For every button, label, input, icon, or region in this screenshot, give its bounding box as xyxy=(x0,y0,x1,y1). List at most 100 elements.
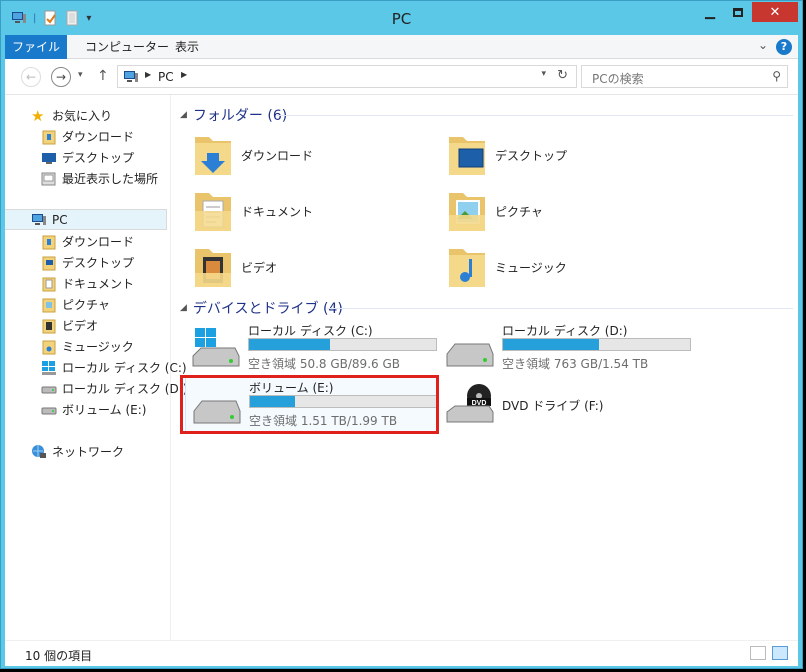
drive-usage-bar xyxy=(248,338,437,351)
address-bar[interactable]: ▶ PC ▶ ▾ ↻ xyxy=(117,65,577,88)
title-bar: | ▾ PC ▁ ✕ xyxy=(1,1,802,35)
sidebar-item-label: ドキュメント xyxy=(62,277,135,291)
sidebar-item-pc-desktop[interactable]: デスクトップ xyxy=(41,252,134,273)
download-folder-icon xyxy=(42,235,56,249)
window-title: PC xyxy=(391,10,412,28)
drive-name: ローカル ディスク (D:) xyxy=(502,324,628,338)
breadcrumb-arrow-icon[interactable]: ▶ xyxy=(145,70,151,79)
search-box[interactable]: PCの検索 ⚲ xyxy=(581,65,788,88)
music-folder-icon xyxy=(449,249,485,287)
drive-tile-c[interactable]: ローカル ディスク (C:) 空き領域 50.8 GB/89.6 GB xyxy=(185,320,439,376)
forward-button[interactable]: → xyxy=(51,67,71,87)
tab-view[interactable]: 表示 xyxy=(163,35,211,59)
tab-file[interactable]: ファイル xyxy=(5,35,67,59)
pc-icon xyxy=(124,71,138,82)
network-icon xyxy=(32,444,46,458)
pictures-folder-icon xyxy=(42,298,56,312)
breadcrumb-arrow-icon[interactable]: ▶ xyxy=(181,70,187,79)
status-bar: 10 個の項目 xyxy=(5,640,798,666)
sidebar-item-label: PC xyxy=(52,212,68,227)
maximize-icon xyxy=(733,7,743,17)
collapse-chevron-icon[interactable]: ◢ xyxy=(180,303,187,313)
close-icon: ✕ xyxy=(769,4,781,20)
details-view-icon[interactable] xyxy=(750,646,766,660)
folder-tile-music[interactable]: ミュージック xyxy=(445,241,567,293)
forward-arrow-icon: → xyxy=(55,70,67,84)
sidebar-item-pc-videos[interactable]: ビデオ xyxy=(41,315,98,336)
navigation-pane: ★ お気に入り ダウンロード デスクトップ 最近表示した場所 PC ダウンロード… xyxy=(5,95,187,640)
sidebar-item-pc[interactable]: PC xyxy=(5,209,167,230)
sidebar-item-label: ピクチャ xyxy=(62,298,110,312)
folder-label: ビデオ xyxy=(241,260,278,275)
sidebar-item-network[interactable]: ネットワーク xyxy=(31,441,124,462)
sidebar-item-label: ローカル ディスク (D:) xyxy=(62,382,188,396)
group-divider xyxy=(327,308,793,309)
sidebar-item-pc-music[interactable]: ミュージック xyxy=(41,336,134,357)
sidebar-item-label: デスクトップ xyxy=(62,256,135,270)
back-arrow-icon: ← xyxy=(25,70,37,84)
help-icon[interactable]: ? xyxy=(776,39,792,55)
address-dropdown-icon[interactable]: ▾ xyxy=(541,69,546,79)
item-count: 10 個の項目 xyxy=(25,649,93,663)
sidebar-item-drive-d[interactable]: ローカル ディスク (D:) xyxy=(41,378,187,399)
refresh-icon[interactable]: ↻ xyxy=(557,68,568,83)
maximize-button[interactable] xyxy=(724,2,752,22)
folder-tile-downloads[interactable]: ダウンロード xyxy=(191,129,313,181)
group-divider xyxy=(277,115,793,116)
documents-folder-icon xyxy=(195,193,231,231)
sidebar-item-label: ミュージック xyxy=(62,340,134,354)
folder-tile-desktop[interactable]: デスクトップ xyxy=(445,129,567,181)
sidebar-item-recent-places[interactable]: 最近表示した場所 xyxy=(41,168,158,189)
music-folder-icon xyxy=(42,340,56,354)
up-arrow-icon[interactable]: ↑ xyxy=(97,68,109,84)
window-controls: ▁ ✕ xyxy=(696,2,798,22)
sidebar-item-label: お気に入り xyxy=(52,109,113,123)
sidebar-item-drive-c[interactable]: ローカル ディスク (C:) xyxy=(41,357,187,378)
videos-folder-icon xyxy=(42,319,56,333)
drive-tile-f[interactable]: DVD DVD ドライブ (F:) xyxy=(439,376,693,432)
close-button[interactable]: ✕ xyxy=(752,2,798,22)
pictures-folder-icon xyxy=(449,193,485,231)
breadcrumb-pc[interactable]: PC xyxy=(158,70,174,84)
drive-tile-d[interactable]: ローカル ディスク (D:) 空き領域 763 GB/1.54 TB xyxy=(439,320,693,376)
dvd-drive-icon: DVD xyxy=(446,384,494,423)
recent-places-icon xyxy=(41,172,56,185)
ribbon-tabs: ファイル コンピューター 表示 ⌄ ? xyxy=(5,35,798,59)
sidebar-item-desktop[interactable]: デスクトップ xyxy=(41,147,134,168)
tiles-view-icon[interactable] xyxy=(772,646,788,660)
minimize-button[interactable]: ▁ xyxy=(696,2,724,22)
back-button[interactable]: ← xyxy=(21,67,41,87)
group-title: フォルダー (6) xyxy=(192,108,288,124)
windows-drive-icon xyxy=(192,328,240,367)
collapse-chevron-icon[interactable]: ◢ xyxy=(180,110,187,120)
windows-drive-icon xyxy=(42,360,56,375)
explorer-window: | ▾ PC ▁ ✕ ファイル コンピューター 表示 ⌄ ? ← → ▾ ↑ ▶… xyxy=(0,0,803,669)
sidebar-item-label: ダウンロード xyxy=(62,235,135,249)
recent-locations-chevron-icon[interactable]: ▾ xyxy=(78,70,83,80)
search-icon[interactable]: ⚲ xyxy=(772,69,781,83)
sidebar-item-favorites[interactable]: ★ お気に入り xyxy=(31,105,112,126)
explorer-body: ★ お気に入り ダウンロード デスクトップ 最近表示した場所 PC ダウンロード… xyxy=(5,95,798,640)
group-header-folders[interactable]: ◢ フォルダー (6) xyxy=(180,104,287,126)
sidebar-item-drive-e[interactable]: ボリューム (E:) xyxy=(41,399,146,420)
documents-folder-icon xyxy=(42,277,56,291)
drive-free-space: 空き領域 50.8 GB/89.6 GB xyxy=(248,357,400,371)
drive-name: ローカル ディスク (C:) xyxy=(248,324,373,338)
desktop-folder-icon xyxy=(42,256,56,270)
videos-folder-icon xyxy=(195,249,231,287)
sidebar-item-label: ダウンロード xyxy=(62,130,135,144)
folder-label: デスクトップ xyxy=(495,148,568,163)
sidebar-item-pc-downloads[interactable]: ダウンロード xyxy=(41,231,134,252)
folder-tile-videos[interactable]: ビデオ xyxy=(191,241,277,293)
hard-drive-icon xyxy=(446,343,494,367)
folder-tile-pictures[interactable]: ピクチャ xyxy=(445,185,543,237)
expand-ribbon-icon[interactable]: ⌄ xyxy=(758,38,768,52)
sidebar-item-pc-documents[interactable]: ドキュメント xyxy=(41,273,134,294)
group-header-devices[interactable]: ◢ デバイスとドライブ (4) xyxy=(180,297,343,319)
folder-tile-documents[interactable]: ドキュメント xyxy=(191,185,313,237)
download-folder-icon xyxy=(195,137,231,175)
view-switcher xyxy=(750,646,788,660)
sidebar-item-downloads[interactable]: ダウンロード xyxy=(41,126,134,147)
search-input[interactable]: PCの検索 xyxy=(592,70,644,87)
sidebar-item-pc-pictures[interactable]: ピクチャ xyxy=(41,294,110,315)
